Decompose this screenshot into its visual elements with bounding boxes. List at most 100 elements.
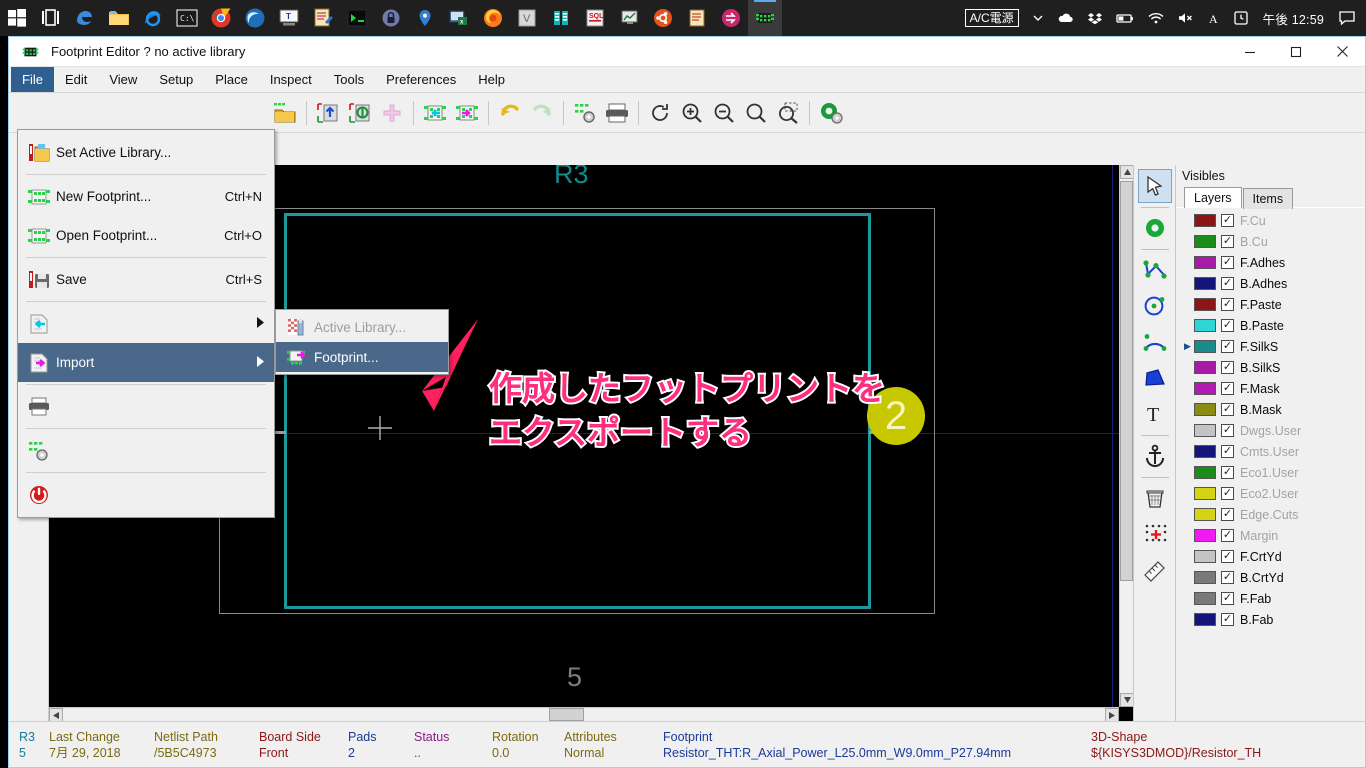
layer-row-eco1-user[interactable]: ✓Eco1.User: [1176, 462, 1365, 483]
menu-item-print[interactable]: [18, 387, 274, 426]
delete-item-button[interactable]: [1138, 481, 1172, 515]
menu-preferences[interactable]: Preferences: [375, 67, 467, 92]
excel-viewer-icon[interactable]: x: [442, 0, 476, 36]
zoom-in-button[interactable]: [676, 97, 708, 129]
layer-row-dwgs-user[interactable]: ✓Dwgs.User: [1176, 420, 1365, 441]
layer-row-b-silks[interactable]: ✓B.SilkS: [1176, 357, 1365, 378]
submenu-item-footprint[interactable]: Footprint...: [276, 342, 448, 372]
layer-visibility-checkbox[interactable]: ✓: [1221, 445, 1234, 458]
layer-color-swatch[interactable]: [1194, 592, 1216, 605]
layer-color-swatch[interactable]: [1194, 508, 1216, 521]
layer-row-b-paste[interactable]: ✓B.Paste: [1176, 315, 1365, 336]
notification-icon[interactable]: [1332, 0, 1362, 36]
layer-row-b-mask[interactable]: ✓B.Mask: [1176, 399, 1365, 420]
firefox-icon[interactable]: [476, 0, 510, 36]
layer-visibility-checkbox[interactable]: ✓: [1221, 361, 1234, 374]
layer-color-swatch[interactable]: [1194, 529, 1216, 542]
app-pink-icon[interactable]: [714, 0, 748, 36]
tab-layers[interactable]: Layers: [1184, 187, 1242, 208]
ime-a-icon[interactable]: A: [1201, 0, 1227, 36]
zoom-out-button[interactable]: [708, 97, 740, 129]
layer-color-swatch[interactable]: [1194, 550, 1216, 563]
layer-row-b-adhes[interactable]: ✓B.Adhes: [1176, 273, 1365, 294]
internet-explorer-icon[interactable]: [136, 0, 170, 36]
open-library-button[interactable]: [269, 97, 301, 129]
layer-color-swatch[interactable]: [1194, 256, 1216, 269]
menu-item-open-footprint[interactable]: Open Footprint... Ctrl+O: [18, 216, 274, 255]
layer-color-swatch[interactable]: [1194, 424, 1216, 437]
layer-color-swatch[interactable]: [1194, 382, 1216, 395]
terminal-green-icon[interactable]: [340, 0, 374, 36]
add-circle-button[interactable]: [1138, 289, 1172, 323]
layer-color-swatch[interactable]: [1194, 235, 1216, 248]
export-footprint-button[interactable]: [451, 97, 483, 129]
redo-button[interactable]: [526, 97, 558, 129]
layer-color-swatch[interactable]: [1194, 361, 1216, 374]
ac-power-indicator[interactable]: A/C電源: [959, 0, 1025, 36]
save-footprint-to-board-button[interactable]: [312, 97, 344, 129]
layer-visibility-checkbox[interactable]: ✓: [1221, 277, 1234, 290]
layer-row-f-mask[interactable]: ✓F.Mask: [1176, 378, 1365, 399]
layer-color-swatch[interactable]: [1194, 403, 1216, 416]
scroll-left-button[interactable]: [49, 708, 63, 721]
add-text-button[interactable]: T: [1138, 397, 1172, 431]
layer-row-f-cu[interactable]: ✓F.Cu: [1176, 210, 1365, 231]
layer-row-edge-cuts[interactable]: ✓Edge.Cuts: [1176, 504, 1365, 525]
taskbar-clock[interactable]: 午後 12:59: [1255, 0, 1332, 36]
layer-color-swatch[interactable]: [1194, 613, 1216, 626]
set-anchor-button[interactable]: [1138, 439, 1172, 473]
database-icon[interactable]: [544, 0, 578, 36]
dropbox-icon[interactable]: [1081, 0, 1109, 36]
add-polygon-button[interactable]: [1138, 361, 1172, 395]
menu-item-properties[interactable]: [18, 431, 274, 470]
load-footprint-from-board-button[interactable]: [344, 97, 376, 129]
zoom-fit-button[interactable]: [740, 97, 772, 129]
reference-designator-text[interactable]: R3: [554, 165, 589, 190]
layer-row-cmts-user[interactable]: ✓Cmts.User: [1176, 441, 1365, 462]
layer-visibility-checkbox[interactable]: ✓: [1221, 424, 1234, 437]
layer-visibility-checkbox[interactable]: ✓: [1221, 592, 1234, 605]
layer-visibility-checkbox[interactable]: ✓: [1221, 403, 1234, 416]
maps-pin-icon[interactable]: [408, 0, 442, 36]
layer-visibility-checkbox[interactable]: ✓: [1221, 466, 1234, 479]
add-arc-button[interactable]: [1138, 325, 1172, 359]
layer-color-swatch[interactable]: [1194, 319, 1216, 332]
layer-color-swatch[interactable]: [1194, 445, 1216, 458]
layer-visibility-checkbox[interactable]: ✓: [1221, 487, 1234, 500]
layer-row-f-crtyd[interactable]: ✓F.CrtYd: [1176, 546, 1365, 567]
start-icon[interactable]: [0, 0, 34, 36]
canvas-vertical-scrollbar-thumb[interactable]: [1120, 181, 1133, 581]
menu-item-exit[interactable]: [18, 475, 274, 514]
layer-row-b-crtyd[interactable]: ✓B.CrtYd: [1176, 567, 1365, 588]
tab-items[interactable]: Items: [1243, 188, 1294, 209]
menu-tools[interactable]: Tools: [323, 67, 375, 92]
select-tool-button[interactable]: [1138, 169, 1172, 203]
layer-visibility-checkbox[interactable]: ✓: [1221, 571, 1234, 584]
monitor-chart-icon[interactable]: [612, 0, 646, 36]
layer-visibility-checkbox[interactable]: ✓: [1221, 613, 1234, 626]
onedrive-icon[interactable]: [1051, 0, 1081, 36]
layer-visibility-checkbox[interactable]: ✓: [1221, 508, 1234, 521]
layer-visibility-checkbox[interactable]: ✓: [1221, 214, 1234, 227]
canvas-vertical-scrollbar[interactable]: [1119, 165, 1133, 707]
layer-visibility-checkbox[interactable]: ✓: [1221, 529, 1234, 542]
scroll-up-button[interactable]: [1120, 165, 1133, 179]
layer-color-swatch[interactable]: [1194, 298, 1216, 311]
chrome-icon[interactable]: [204, 0, 238, 36]
menu-edit[interactable]: Edit: [54, 67, 98, 92]
task-view-icon[interactable]: [34, 0, 68, 36]
add-pad-button[interactable]: [1138, 211, 1172, 245]
menu-item-export[interactable]: Import: [18, 343, 274, 382]
layer-visibility-checkbox[interactable]: ✓: [1221, 550, 1234, 563]
vmware-icon[interactable]: V: [510, 0, 544, 36]
layer-row-f-silks[interactable]: ▶✓F.SilkS: [1176, 336, 1365, 357]
wifi-icon[interactable]: [1141, 0, 1171, 36]
print-button[interactable]: [601, 97, 633, 129]
zoom-area-button[interactable]: [772, 97, 804, 129]
document-icon[interactable]: [680, 0, 714, 36]
kicad-icon[interactable]: [748, 0, 782, 36]
file-menu-popup[interactable]: Set Active Library... New Footprint... C…: [17, 129, 275, 518]
menu-item-new-footprint[interactable]: New Footprint... Ctrl+N: [18, 177, 274, 216]
refresh-button[interactable]: [644, 97, 676, 129]
undo-button[interactable]: [494, 97, 526, 129]
